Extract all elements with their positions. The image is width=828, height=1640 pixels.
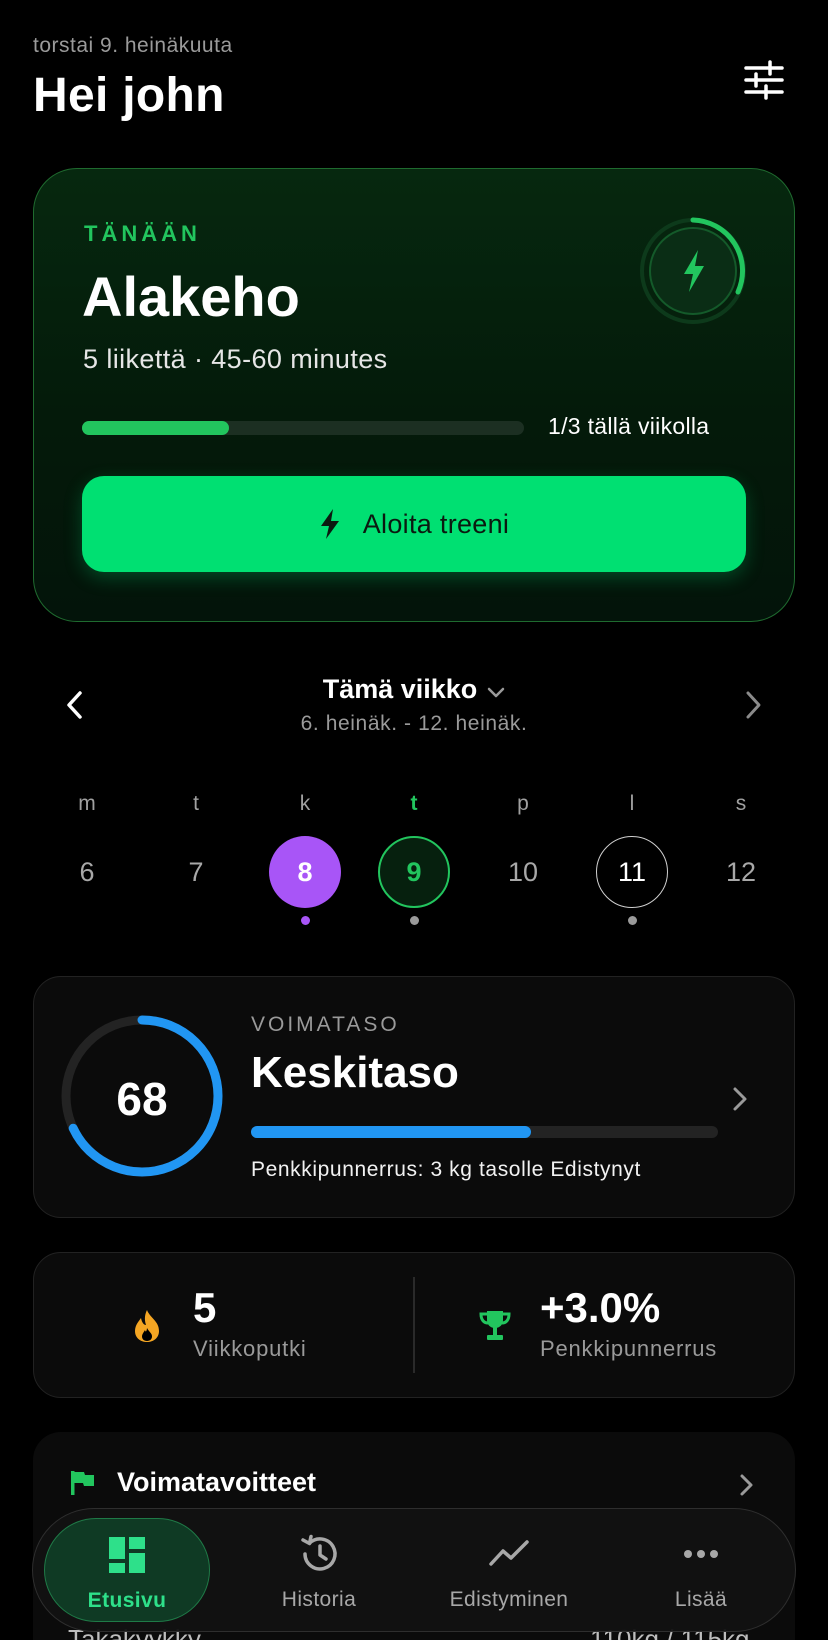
- strength-level-title: Keskitaso: [251, 1048, 459, 1097]
- day-letter: t: [410, 792, 418, 815]
- day-letter: p: [517, 792, 529, 815]
- streak-label: Viikkoputki: [193, 1336, 307, 1361]
- bench-change-value: +3.0%: [540, 1284, 661, 1331]
- week-progress-fill: [82, 421, 230, 435]
- bolt-icon: [320, 509, 339, 539]
- bench-change-label: Penkkipunnerrus: [540, 1336, 718, 1361]
- start-workout-button[interactable]: Aloita treeni: [82, 476, 746, 572]
- day-column[interactable]: t 9: [359, 792, 469, 925]
- day-number: 11: [596, 836, 668, 908]
- history-icon: [297, 1532, 341, 1576]
- day-number: 6: [79, 856, 95, 887]
- day-column[interactable]: m 6: [32, 792, 142, 925]
- flag-icon: [70, 1470, 96, 1496]
- chevron-right-icon: [736, 1472, 756, 1498]
- day-number: 9: [378, 836, 450, 908]
- strength-label: VOIMATASO: [251, 1013, 400, 1036]
- day-column[interactable]: t 7: [141, 792, 251, 925]
- nav-label: Etusivu: [87, 1589, 167, 1612]
- greeting-title: Hei john: [33, 69, 225, 122]
- trend-icon: [487, 1532, 531, 1576]
- day-letter: s: [735, 792, 747, 815]
- nav-tab-more[interactable]: Lisää: [618, 1518, 784, 1622]
- flame-icon: [130, 1308, 164, 1344]
- nav-label: Historia: [281, 1588, 357, 1611]
- day-column[interactable]: k 8: [250, 792, 360, 925]
- workout-subtitle: 5 liikettä · 45-60 minutes: [83, 344, 388, 374]
- day-number: 12: [725, 856, 757, 887]
- weekly-progress-ring: [638, 216, 748, 326]
- more-icon: [679, 1532, 723, 1576]
- stats-divider: [413, 1277, 415, 1373]
- sliders-icon: [744, 60, 784, 100]
- day-dot: [519, 916, 528, 925]
- chevron-down-icon: [487, 675, 505, 706]
- nav-tab-home[interactable]: Etusivu: [44, 1518, 210, 1622]
- chevron-right-icon: [746, 691, 761, 719]
- week-selector[interactable]: Tämä viikko: [0, 674, 828, 706]
- day-letter: k: [299, 792, 311, 815]
- next-week-button[interactable]: [740, 688, 766, 722]
- day-column[interactable]: p 10: [468, 792, 578, 925]
- trophy-icon: [478, 1308, 512, 1344]
- day-dot: [627, 916, 637, 925]
- nav-label: Edistyminen: [449, 1588, 569, 1611]
- day-number: 7: [188, 856, 204, 887]
- day-number: 8: [269, 836, 341, 908]
- week-title: Tämä viikko: [322, 674, 478, 704]
- today-label: TÄNÄÄN: [84, 221, 201, 246]
- day-column[interactable]: s 12: [686, 792, 796, 925]
- day-dot: [300, 916, 310, 925]
- dashboard-icon: [105, 1533, 149, 1577]
- start-workout-label: Aloita treeni: [362, 508, 510, 539]
- strength-progress-fill: [251, 1126, 532, 1138]
- day-number: 10: [507, 856, 539, 887]
- day-column[interactable]: l 11: [577, 792, 687, 925]
- nav-label: Lisää: [674, 1588, 728, 1611]
- strength-note: Penkkipunnerrus: 3 kg tasolle Edistynyt: [251, 1158, 641, 1181]
- week-progress-count: 1/3 tällä viikolla: [548, 413, 710, 439]
- day-letter: m: [78, 792, 96, 815]
- workout-title: Alakeho: [82, 265, 300, 328]
- strength-score-value: 68: [116, 1073, 168, 1125]
- filter-button[interactable]: [744, 60, 784, 100]
- day-letter: t: [193, 792, 199, 815]
- nav-tab-progress[interactable]: Edistyminen: [426, 1518, 592, 1622]
- day-letter: l: [629, 792, 635, 815]
- week-day-row: m 6 t 7 k 8 t 9 p 10 l 11 s 12: [32, 792, 796, 932]
- day-dot: [83, 916, 92, 925]
- chevron-right-icon: [728, 1084, 750, 1114]
- streak-value: 5: [193, 1284, 217, 1331]
- goals-title: Voimatavoitteet: [117, 1467, 317, 1497]
- day-dot: [737, 916, 746, 925]
- day-dot: [409, 916, 419, 925]
- day-dot: [192, 916, 201, 925]
- date-label: torstai 9. heinäkuuta: [33, 34, 233, 57]
- week-range: 6. heinäk. - 12. heinäk.: [300, 712, 528, 735]
- nav-tab-history[interactable]: Historia: [236, 1518, 402, 1622]
